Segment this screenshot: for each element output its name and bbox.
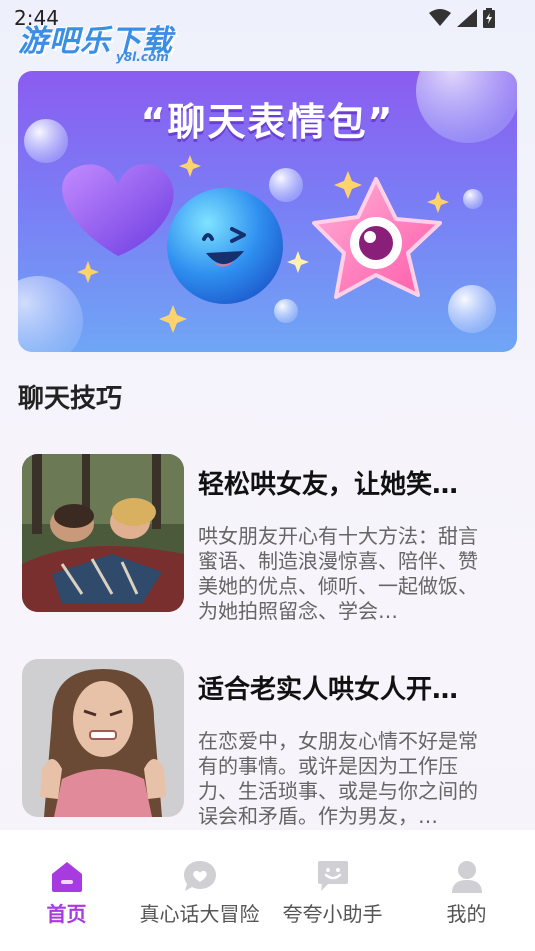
- sparkle: [77, 261, 99, 283]
- banner[interactable]: “聊天表情包”: [18, 71, 517, 352]
- bubble-small: [463, 189, 483, 209]
- sparkle: [179, 155, 201, 177]
- home-icon: [51, 862, 82, 892]
- banner-title: “聊天表情包”: [140, 100, 395, 144]
- tab-profile[interactable]: 我的: [400, 830, 533, 951]
- article-summary: 在恋爱中，女朋友心情不好是常有的事情。或许是因为工作压力、生活琐事、或是与你之间…: [198, 729, 478, 828]
- sparkle: [427, 191, 449, 213]
- tab-label: 夸夸小助手: [282, 902, 383, 926]
- profile-icon: [451, 861, 482, 893]
- status-icons: [429, 8, 495, 28]
- signal-icon: [457, 9, 477, 27]
- bubble-tiny: [274, 299, 298, 323]
- sparkle: [334, 171, 362, 199]
- article-title: 适合老实人哄女人开…: [198, 675, 459, 705]
- tab-label: 首页: [46, 902, 87, 926]
- article-card[interactable]: 适合老实人哄女人开… 在恋爱中，女朋友心情不好是常有的事情。或许是因为工作压力、…: [22, 659, 502, 828]
- bubble-right: [448, 285, 496, 333]
- tab-label: 真心话大冒险: [139, 902, 260, 926]
- article-thumbnail: [22, 659, 184, 817]
- wifi-icon: [429, 9, 451, 26]
- battery-icon: [483, 8, 495, 28]
- article-card[interactable]: 轻松哄女友，让她笑… 哄女朋友开心有十大方法：甜言蜜语、制造浪漫惊喜、陪伴、赞美…: [22, 454, 502, 623]
- article-summary: 哄女朋友开心有十大方法：甜言蜜语、制造浪漫惊喜、陪伴、赞美她的优点、倾听、一起做…: [198, 524, 478, 623]
- article-thumbnail: [22, 454, 184, 612]
- tab-home[interactable]: 首页: [0, 830, 133, 951]
- sparkle: [159, 305, 187, 333]
- watermark-sub: y8l.com: [116, 50, 169, 64]
- sparkle: [287, 251, 309, 273]
- tab-truth-or-dare[interactable]: 真心话大冒险: [133, 830, 266, 951]
- section-title: 聊天技巧: [18, 384, 123, 414]
- smiley-ball: [167, 188, 283, 304]
- tab-praise-assistant[interactable]: 夸夸小助手: [266, 830, 399, 951]
- watermark-logo: 游吧乐下载 y8l.com: [18, 16, 173, 64]
- bottom-tab-bar: 首页 真心话大冒险 夸夸小助手 我的: [0, 830, 535, 951]
- article-title: 轻松哄女友，让她笑…: [198, 470, 459, 500]
- bubble-mid: [269, 168, 303, 202]
- tab-label: 我的: [446, 902, 487, 926]
- heart-shape: [62, 164, 174, 256]
- heart-chat-icon: [183, 861, 216, 891]
- smile-chat-icon: [317, 861, 348, 891]
- bubble-bottom-left: [18, 276, 83, 352]
